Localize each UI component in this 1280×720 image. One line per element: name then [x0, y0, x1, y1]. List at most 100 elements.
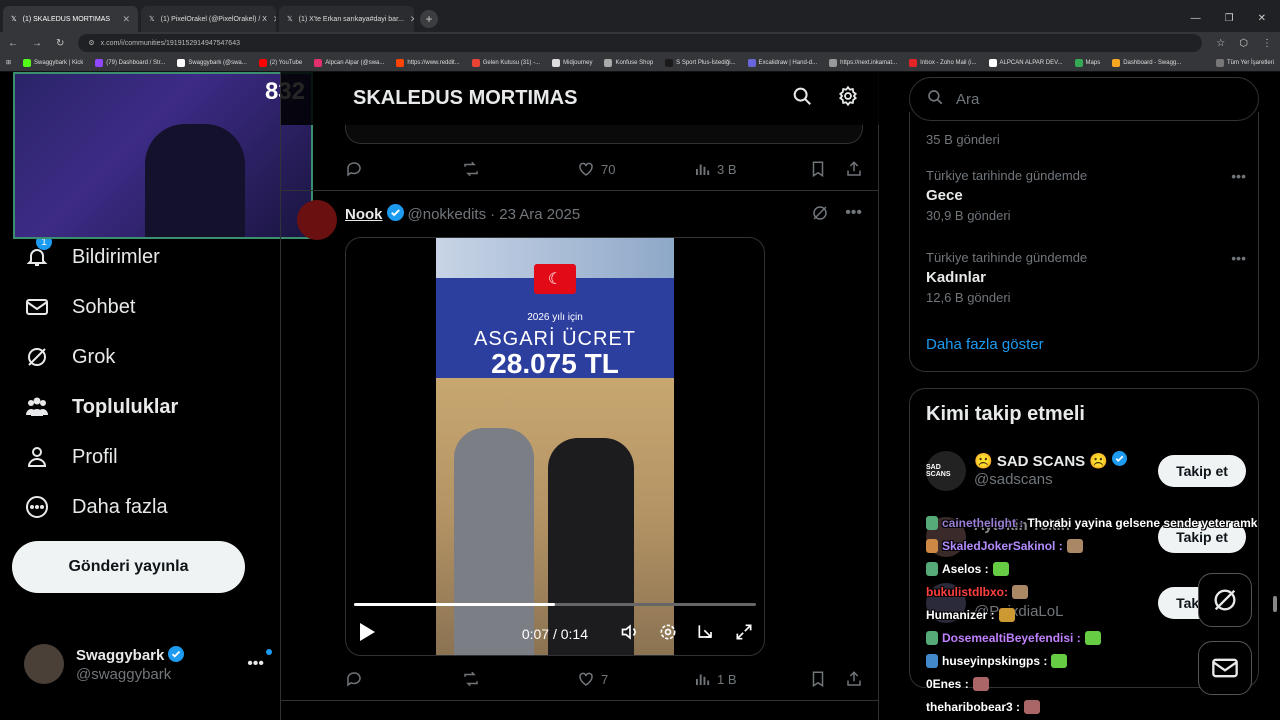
badge-icon	[926, 631, 938, 645]
bookmark[interactable]: Swaggybark (@swa...	[177, 58, 247, 67]
nav-grok[interactable]: Grok	[24, 344, 115, 370]
more-icon[interactable]: •••	[845, 204, 862, 227]
browser-tab[interactable]: 𝕏 (1) SKALEDUS MORTIMAS ✕	[3, 6, 138, 32]
chat-message: SkaledJokerSakinol :	[926, 539, 1083, 553]
forward-icon[interactable]: →	[32, 38, 42, 49]
more-icon[interactable]: •••	[247, 649, 272, 673]
gear-icon[interactable]	[837, 85, 859, 112]
trend-item[interactable]: Türkiye tarihinde gündemde Kadınlar 12,6…	[926, 250, 1246, 305]
views-button[interactable]: 1 B	[693, 670, 809, 688]
scrollbar[interactable]	[1273, 596, 1277, 612]
trend-item[interactable]: 35 B gönderi	[926, 128, 1246, 147]
more-icon[interactable]: •••	[1231, 250, 1246, 266]
back-icon[interactable]: ←	[8, 38, 18, 49]
messages-floating-button[interactable]	[1198, 641, 1252, 695]
author-name[interactable]: Nook	[345, 206, 383, 223]
address-bar[interactable]: ⚙ x.com/i/communities/1919152914947547643	[78, 34, 1203, 52]
video-time: 0:07 / 0:14	[521, 625, 588, 642]
post-button[interactable]: Gönderi yayınla	[12, 541, 245, 593]
site-info-icon[interactable]: ⚙	[88, 39, 94, 47]
shop-icon	[604, 58, 613, 67]
bookmark[interactable]: Excalidraw | Hand-d...	[747, 58, 817, 67]
nav-chat[interactable]: Sohbet	[24, 294, 135, 320]
views-button[interactable]: 3 B	[693, 160, 809, 178]
reload-icon[interactable]: ↻	[56, 38, 64, 49]
apps-icon[interactable]: ⊞	[6, 59, 11, 66]
bookmark[interactable]: S Sport Plus-İstediği...	[665, 58, 736, 67]
repost-button[interactable]	[461, 670, 577, 688]
chat-message: Aselos :	[926, 562, 1009, 576]
browser-tab[interactable]: 𝕏 (1) X'te Erkan sarıkaya#dayi bar... ✕	[279, 6, 414, 32]
account-name: Swaggybark	[76, 647, 165, 664]
close-window-icon[interactable]: ✕	[1258, 13, 1266, 24]
bookmark[interactable]: Gelen Kutusu (31) -...	[471, 58, 540, 67]
grok-icon[interactable]	[811, 204, 829, 227]
bookmark[interactable]: (79) Dashboard / Str...	[95, 58, 165, 67]
fullscreen-icon[interactable]	[734, 622, 754, 645]
x-icon	[177, 58, 186, 67]
more-icon[interactable]: •••	[1231, 168, 1246, 184]
grok-floating-button[interactable]	[1198, 573, 1252, 627]
trend-item[interactable]: Türkiye tarihinde gündemde Gece 30,9 B g…	[926, 168, 1246, 223]
nav-profile[interactable]: Profil	[24, 444, 118, 470]
maximize-icon[interactable]: ❐	[1225, 13, 1234, 24]
video-progress-bar[interactable]	[354, 603, 756, 606]
bookmark-button[interactable]	[809, 160, 827, 178]
bookmark[interactable]: Dashboard - Swagg...	[1112, 58, 1181, 67]
share-button[interactable]	[845, 670, 863, 688]
search-placeholder: Ara	[956, 90, 980, 108]
bookmark[interactable]: Alpcan Alpar (@swa...	[314, 58, 384, 67]
nav-more[interactable]: Daha fazla	[24, 494, 168, 520]
extensions-icon[interactable]: ⬡	[1239, 38, 1248, 49]
bookmark[interactable]: Maps	[1074, 58, 1100, 67]
follow-suggestion[interactable]: SAD SCANS ☹️ SAD SCANS ☹️ @sadscans Taki…	[926, 451, 1246, 495]
close-tab-icon[interactable]: ✕	[273, 14, 276, 25]
divider	[281, 190, 879, 191]
follow-button[interactable]: Takip et	[1158, 455, 1246, 487]
account-switcher[interactable]: Swaggybark @swaggybark •••	[24, 642, 272, 686]
bookmark[interactable]: Inbox - Zoho Mail (i...	[909, 58, 977, 67]
bookmark-button[interactable]	[809, 670, 827, 688]
repost-button[interactable]	[461, 160, 577, 178]
bookmark[interactable]: Midjourney	[552, 58, 592, 67]
reply-button[interactable]	[345, 670, 461, 688]
like-button[interactable]: 7	[577, 670, 693, 688]
tab-label: (1) X'te Erkan sarıkaya#dayi bar...	[298, 15, 404, 23]
turkey-flag-icon: ☾	[534, 264, 576, 294]
video-progress-fill	[354, 603, 555, 606]
all-bookmarks[interactable]: Tüm Yer İşaretleri	[1215, 58, 1274, 67]
search-icon[interactable]	[791, 85, 813, 112]
search-input[interactable]: Ara	[909, 77, 1259, 121]
author-handle[interactable]: @nokkedits	[408, 206, 487, 223]
community-header: SKALEDUS MORTIMAS	[281, 72, 879, 125]
bookmark[interactable]: (2) YouTube	[258, 58, 302, 67]
bookmark-star-icon[interactable]: ☆	[1216, 38, 1225, 49]
reply-button[interactable]	[345, 160, 461, 178]
bookmark[interactable]: Swaggybark | Kick	[23, 58, 83, 67]
post-date[interactable]: · 23 Ara 2025	[490, 206, 580, 223]
play-icon[interactable]	[358, 622, 376, 645]
picture-in-picture-icon[interactable]	[696, 622, 716, 645]
show-more-link[interactable]: Daha fazla göster	[926, 336, 1044, 353]
bookmark[interactable]: https://www.reddit...	[396, 58, 460, 67]
bookmark[interactable]: https://next.inkamat...	[829, 58, 897, 67]
tweet-tools: •••	[811, 204, 862, 227]
close-tab-icon[interactable]: ✕	[410, 14, 414, 25]
bookmark[interactable]: ALPCAN ALPAR DEV...	[988, 58, 1063, 67]
share-button[interactable]	[845, 160, 863, 178]
volume-icon[interactable]	[620, 622, 640, 645]
menu-icon[interactable]: ⋮	[1262, 38, 1272, 49]
browser-tab-strip: 𝕏 (1) SKALEDUS MORTIMAS ✕ 𝕏 (1) PixelOrakel…	[0, 0, 1280, 32]
minimize-icon[interactable]: —	[1191, 13, 1201, 24]
video-player[interactable]: ☾ 2026 yılı için ASGARİ ÜCRET 28.075 TL …	[345, 237, 765, 656]
settings-icon[interactable]	[658, 622, 678, 645]
avatar[interactable]	[297, 200, 337, 240]
bookmark[interactable]: Konfuse Shop	[604, 58, 653, 67]
like-button[interactable]: 70	[577, 160, 693, 178]
nav-communities[interactable]: Topluluklar	[24, 394, 178, 420]
nav-notifications[interactable]: 1 Bildirimler	[24, 234, 160, 270]
browser-tab[interactable]: 𝕏 (1) PixelOrakel (@PixelOrakel) / X ✕	[141, 6, 276, 32]
new-tab-button[interactable]: +	[420, 10, 438, 28]
close-tab-icon[interactable]: ✕	[122, 14, 130, 25]
trend-name: Gece	[926, 187, 963, 204]
